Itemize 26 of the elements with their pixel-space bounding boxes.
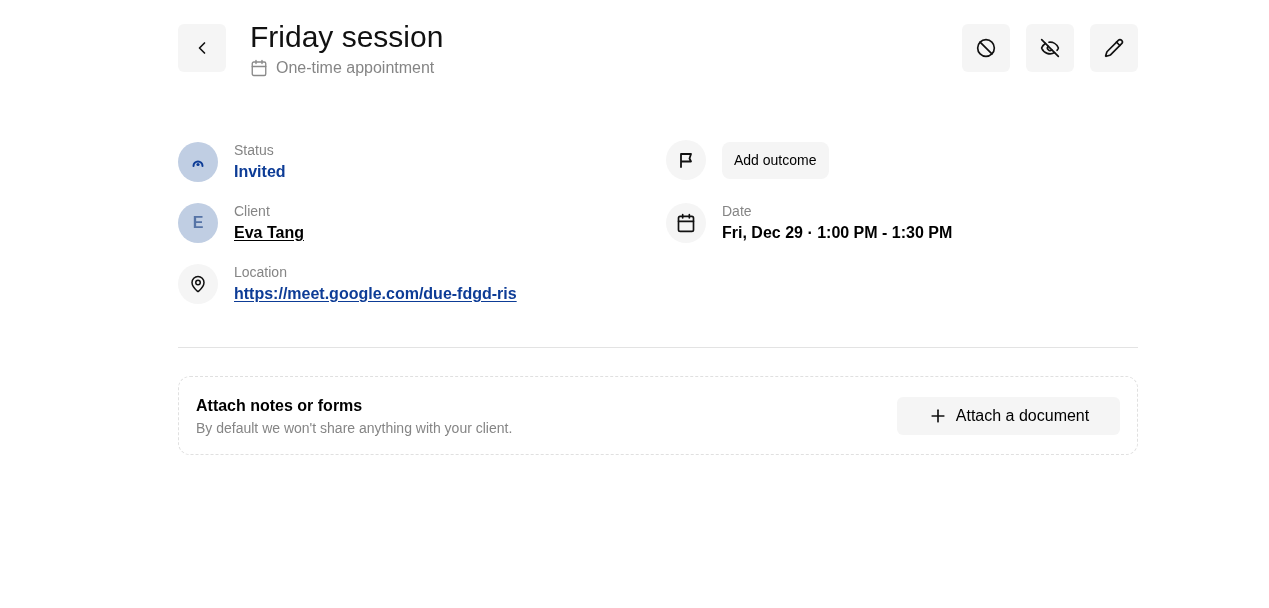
map-pin-icon — [178, 264, 218, 304]
card-title: Attach notes or forms — [196, 395, 364, 416]
pencil-icon — [1104, 38, 1124, 58]
page-title: Friday session — [250, 19, 444, 55]
eye-off-icon — [1040, 38, 1060, 58]
card-description: By default we won't share anything with your client. — [196, 418, 513, 438]
field-label: Location — [234, 263, 288, 282]
client-avatar: E — [178, 203, 218, 243]
field-label: Client — [234, 202, 271, 221]
client-name-link[interactable]: Eva Tang — [234, 221, 304, 245]
flag-icon — [666, 140, 706, 180]
field-label: Date — [722, 202, 753, 221]
calendar-icon — [250, 59, 268, 77]
calendar-icon — [666, 203, 706, 243]
hide-button[interactable] — [1026, 24, 1074, 72]
edit-button[interactable] — [1090, 24, 1138, 72]
appointment-type: One-time appointment — [276, 58, 435, 78]
block-button[interactable] — [962, 24, 1010, 72]
date-value: Fri, Dec 29 · 1:00 PM - 1:30 PM — [722, 223, 953, 243]
status-value: Invited — [234, 162, 286, 182]
add-outcome-button[interactable]: Add outcome — [722, 141, 829, 179]
status-icon — [178, 142, 218, 182]
field-label: Status — [234, 141, 275, 160]
ban-icon — [976, 38, 996, 58]
attach-document-button[interactable]: Attach a document — [897, 396, 1120, 435]
location-link[interactable]: https://meet.google.com/due-fdgd-ris — [234, 282, 517, 306]
